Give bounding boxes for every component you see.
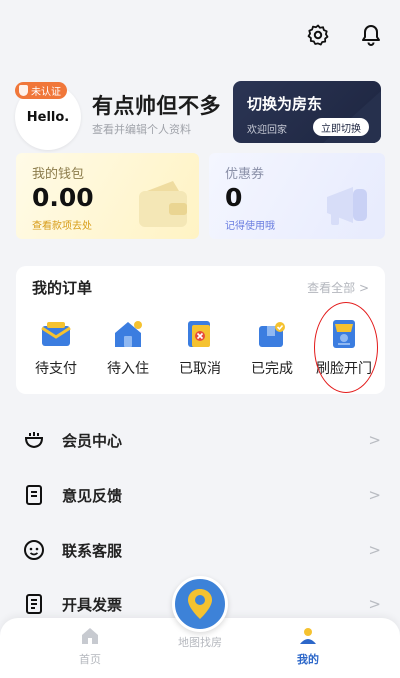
- wallet-icon: [139, 181, 187, 227]
- highlight-annotation: [314, 302, 378, 393]
- map-pin-icon: [188, 589, 212, 619]
- switch-now-button[interactable]: 立即切换: [313, 118, 369, 136]
- bell-icon: [362, 25, 380, 46]
- feedback-icon: [22, 483, 46, 507]
- menu-label: 联系客服: [62, 541, 123, 560]
- view-all-orders-link[interactable]: 查看全部 >: [307, 279, 369, 296]
- menu-member-center[interactable]: 会员中心 >: [16, 420, 385, 460]
- invoice-icon: [22, 592, 46, 616]
- badge-label: 未认证: [31, 87, 61, 98]
- gear-icon: [307, 24, 329, 46]
- notifications-button[interactable]: [356, 20, 386, 50]
- nav-mine-label: 我的: [297, 653, 319, 666]
- order-pending-checkin[interactable]: 待入住: [98, 318, 158, 378]
- home-icon: [82, 628, 98, 644]
- coupon-link[interactable]: 记得使用哦: [225, 217, 275, 232]
- orders-title: 我的订单: [32, 279, 93, 297]
- order-pending-payment[interactable]: 待支付: [26, 318, 86, 378]
- avatar-text: Hello.: [26, 109, 70, 125]
- menu-feedback[interactable]: 意见反馈 >: [16, 475, 385, 515]
- switch-subtitle: 欢迎回家: [247, 125, 287, 136]
- verification-badge: 未认证: [15, 82, 67, 99]
- chevron-right-icon: >: [368, 431, 381, 449]
- coupon-card[interactable]: 优惠券 0 记得使用哦: [209, 153, 385, 239]
- wallet-label: 我的钱包: [32, 167, 85, 182]
- edit-profile-link[interactable]: 查看并编辑个人资料: [92, 121, 191, 137]
- completed-box-icon: [259, 322, 285, 347]
- order-label: 待支付: [35, 361, 77, 377]
- order-cancelled[interactable]: 已取消: [170, 318, 230, 378]
- coupon-label: 优惠券: [225, 167, 265, 182]
- wallet-envelope-icon: [41, 322, 71, 346]
- wallet-balance: 0.00: [32, 183, 94, 212]
- nickname[interactable]: 有点帅但不多: [92, 90, 221, 120]
- map-search-button[interactable]: [172, 576, 228, 632]
- shield-icon: [19, 85, 28, 96]
- menu-label: 开具发票: [62, 595, 123, 614]
- order-completed[interactable]: 已完成: [242, 318, 302, 378]
- nav-home-label: 首页: [79, 653, 101, 666]
- wallet-link[interactable]: 查看款项去处: [32, 217, 92, 232]
- menu-label: 意见反馈: [62, 486, 123, 505]
- nav-map-label[interactable]: 地图找房: [170, 634, 230, 650]
- switch-to-landlord-card[interactable]: 切换为房东 欢迎回家 立即切换: [233, 81, 381, 143]
- coupon-count: 0: [225, 183, 243, 212]
- chevron-right-icon: >: [368, 486, 381, 504]
- nav-mine[interactable]: 我的: [278, 626, 338, 667]
- house-icon: [115, 321, 142, 347]
- chevron-right-icon: >: [368, 541, 381, 559]
- member-icon: [22, 428, 46, 452]
- switch-title: 切换为房东: [247, 95, 323, 113]
- order-label: 待入住: [107, 361, 149, 377]
- order-label: 已取消: [179, 361, 221, 377]
- service-icon: [22, 538, 46, 562]
- settings-button[interactable]: [303, 20, 333, 50]
- megaphone-icon: [327, 187, 367, 225]
- chevron-right-icon: >: [368, 595, 381, 613]
- order-label: 已完成: [251, 361, 293, 377]
- cancelled-doc-icon: [188, 321, 210, 347]
- wallet-card[interactable]: 我的钱包 0.00 查看款项去处: [16, 153, 199, 239]
- menu-label: 会员中心: [62, 431, 123, 450]
- user-icon: [300, 628, 316, 644]
- nav-home[interactable]: 首页: [60, 626, 120, 667]
- menu-customer-service[interactable]: 联系客服 >: [16, 530, 385, 570]
